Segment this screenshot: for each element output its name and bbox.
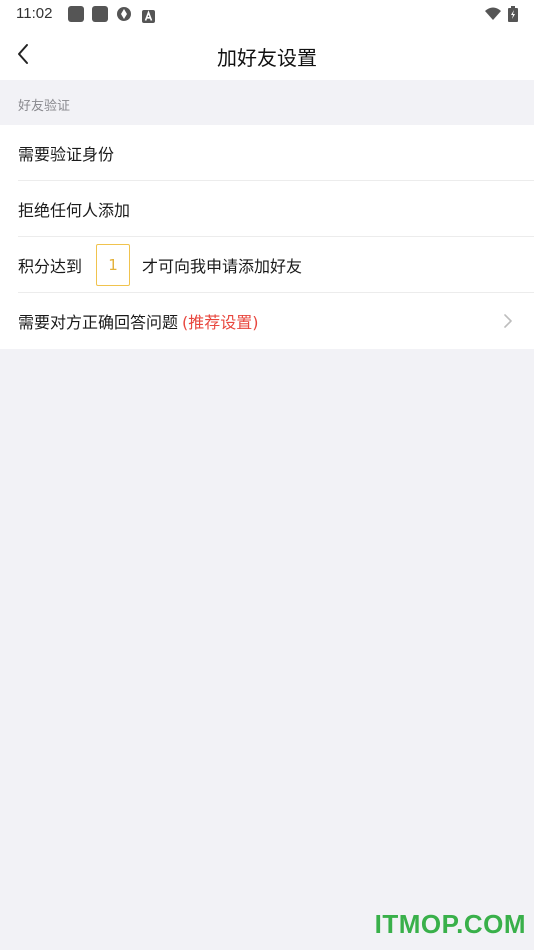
option-answer-question[interactable]: 需要对方正确回答问题 (推荐设置) bbox=[0, 293, 534, 349]
status-bar: 11:02 bbox=[0, 0, 534, 28]
score-input[interactable]: 1 bbox=[96, 244, 131, 286]
app-square-icon bbox=[68, 6, 84, 22]
option-label: 需要对方正确回答问题 bbox=[18, 313, 179, 332]
wifi-icon bbox=[484, 6, 501, 22]
watermark-logo: ITMOP.COM bbox=[374, 909, 526, 939]
option-label: 拒绝任何人添加 bbox=[18, 201, 131, 220]
verification-options-list: 需要验证身份 拒绝任何人添加 积分达到 1 才可向我申请添加好友 需要对方正确回… bbox=[0, 125, 534, 349]
option-score-threshold[interactable]: 积分达到 1 才可向我申请添加好友 bbox=[0, 237, 534, 293]
app-header: 加好友设置 bbox=[0, 28, 534, 80]
aperture-icon bbox=[116, 6, 132, 22]
section-label: 好友验证 bbox=[18, 99, 71, 114]
option-label: 需要验证身份 bbox=[18, 145, 115, 164]
status-time: 11:02 bbox=[16, 5, 53, 22]
battery-charging-icon bbox=[508, 6, 518, 22]
page-title: 加好友设置 bbox=[217, 46, 317, 70]
option-verify-identity[interactable]: 需要验证身份 bbox=[0, 125, 534, 181]
a-badge-icon bbox=[142, 8, 155, 23]
score-suffix-label: 才可向我申请添加好友 bbox=[142, 257, 303, 276]
app-square-icon bbox=[92, 6, 108, 22]
chevron-right-icon bbox=[504, 314, 512, 328]
score-prefix-label: 积分达到 bbox=[18, 257, 83, 276]
recommend-tag: (推荐设置) bbox=[182, 313, 259, 332]
option-reject-all[interactable]: 拒绝任何人添加 bbox=[0, 181, 534, 237]
